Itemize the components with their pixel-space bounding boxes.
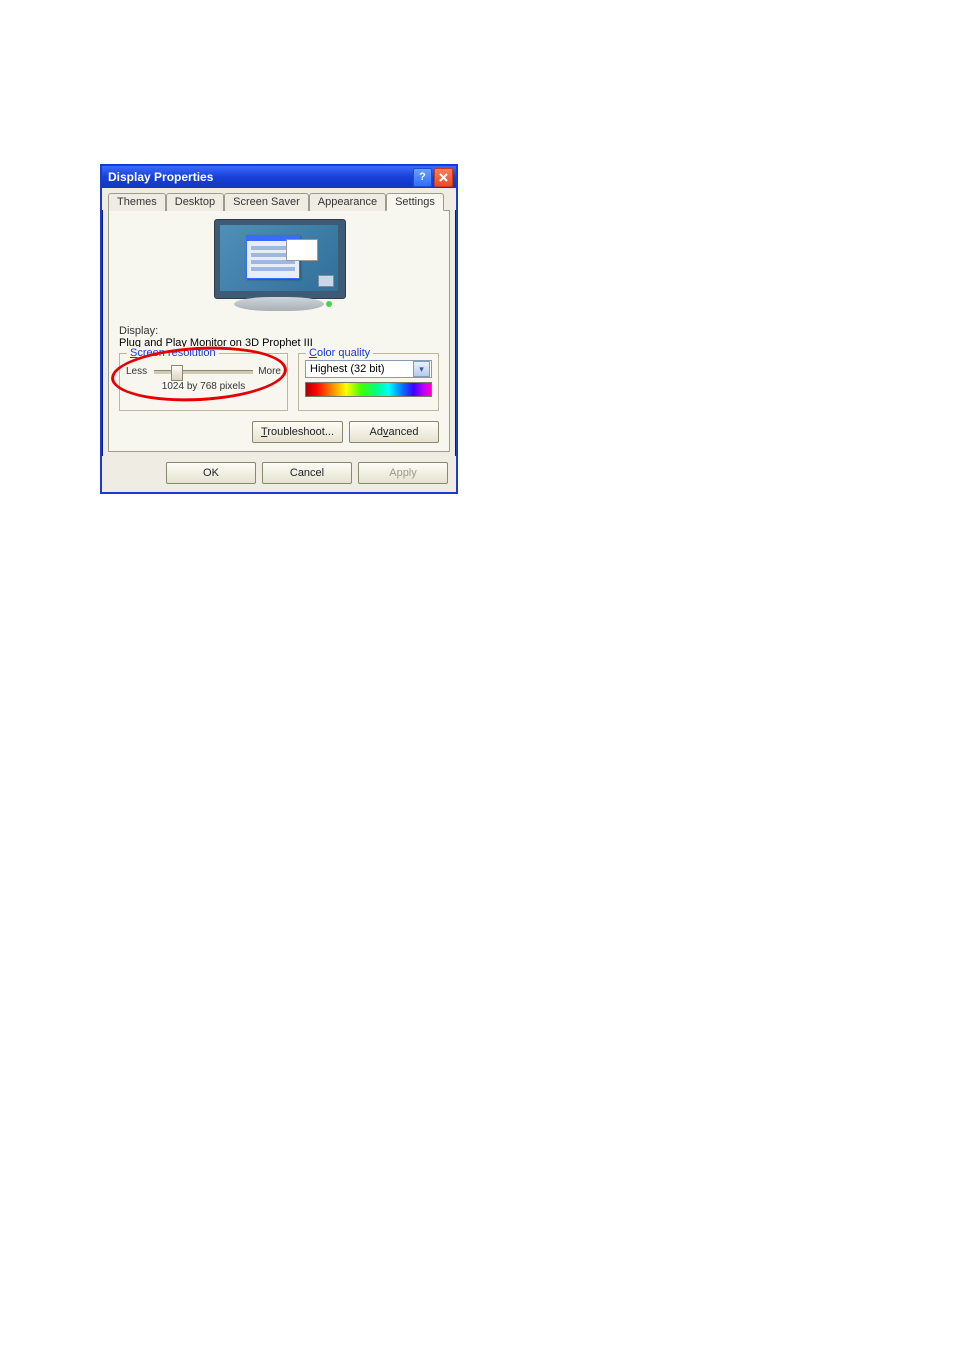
color-quality-group: Color quality Highest (32 bit) ▾	[298, 353, 439, 411]
titlebar-title: Display Properties	[108, 170, 213, 184]
cancel-button[interactable]: Cancel	[262, 462, 352, 484]
display-properties-dialog: Display Properties ? Themes Desktop Scre…	[100, 164, 458, 494]
apply-button[interactable]: Apply	[358, 462, 448, 484]
resolution-slider[interactable]	[154, 364, 253, 378]
troubleshoot-button[interactable]: Troubleshoot...	[252, 421, 343, 443]
color-quality-legend: Color quality	[306, 347, 373, 359]
slider-thumb[interactable]	[171, 365, 183, 381]
tab-desktop[interactable]: Desktop	[166, 193, 224, 211]
slider-more-label: More	[257, 366, 281, 377]
tab-settings[interactable]: Settings	[386, 193, 444, 211]
color-spectrum	[305, 382, 432, 397]
help-button[interactable]: ?	[413, 168, 432, 187]
color-quality-value: Highest (32 bit)	[310, 363, 413, 375]
monitor-preview	[119, 219, 439, 319]
settings-panel: Display: Plug and Play Monitor on 3D Pro…	[108, 210, 450, 452]
color-quality-select[interactable]: Highest (32 bit) ▾	[305, 360, 432, 378]
titlebar: Display Properties ?	[102, 166, 456, 188]
tab-screensaver[interactable]: Screen Saver	[224, 193, 309, 211]
resolution-value: 1024 by 768 pixels	[126, 381, 281, 392]
tab-appearance[interactable]: Appearance	[309, 193, 386, 211]
slider-less-label: Less	[126, 366, 150, 377]
screen-resolution-group: Screen resolution Less More 1024 by 768 …	[119, 353, 288, 411]
display-label: Display:	[119, 325, 439, 337]
dialog-footer: OK Cancel Apply	[102, 456, 456, 492]
tab-themes[interactable]: Themes	[108, 193, 166, 211]
close-button[interactable]	[434, 168, 453, 187]
ok-button[interactable]: OK	[166, 462, 256, 484]
tabs: Themes Desktop Screen Saver Appearance S…	[102, 188, 456, 210]
screen-resolution-legend: Screen resolution	[127, 347, 219, 359]
chevron-down-icon: ▾	[413, 361, 430, 377]
close-icon	[439, 173, 448, 182]
monitor-icon	[204, 219, 354, 319]
advanced-button[interactable]: Advanced	[349, 421, 439, 443]
